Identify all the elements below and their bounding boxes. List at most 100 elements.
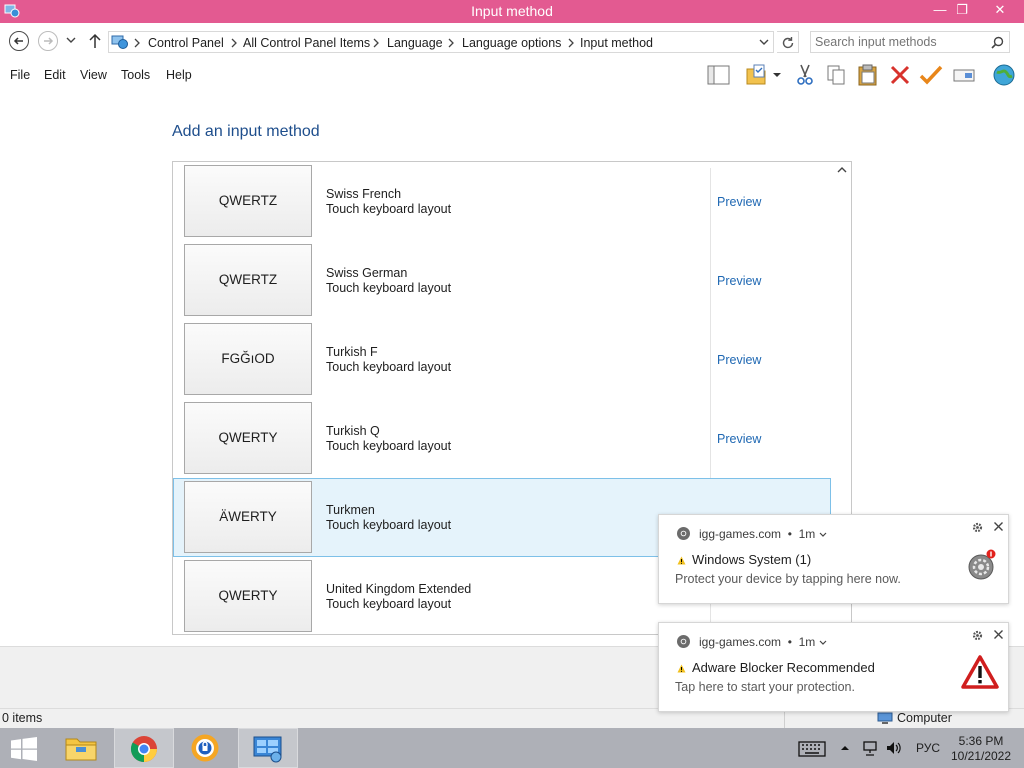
list-item[interactable]: QWERTY Turkish Q Touch keyboard layout P… xyxy=(173,399,831,478)
breadcrumb-language-options[interactable]: Language options xyxy=(462,36,561,50)
maximize-button[interactable]: ❐ xyxy=(948,0,976,20)
search-box[interactable] xyxy=(810,31,1010,53)
copy-icon[interactable] xyxy=(823,63,849,87)
taskbar-file-explorer[interactable] xyxy=(52,728,112,768)
breadcrumb-separator-icon[interactable] xyxy=(567,38,575,48)
cut-icon[interactable] xyxy=(792,63,818,87)
warning-icon xyxy=(677,664,686,673)
delete-icon[interactable] xyxy=(887,63,913,87)
keyboard-key-tile[interactable]: QWERTY xyxy=(184,402,312,474)
control-panel-icon xyxy=(111,35,128,49)
breadcrumb-separator-icon[interactable] xyxy=(372,38,380,48)
chevron-down-icon[interactable] xyxy=(819,640,827,646)
menu-file[interactable]: File xyxy=(10,68,30,82)
keyboard-key-tile[interactable]: QWERTY xyxy=(184,560,312,632)
taskbar-chrome[interactable] xyxy=(114,728,174,768)
layout-description: Touch keyboard layout xyxy=(326,439,452,453)
address-bar[interactable]: Control Panel All Control Panel Items La… xyxy=(108,31,774,53)
breadcrumb-all-items[interactable]: All Control Panel Items xyxy=(243,36,370,50)
close-icon[interactable] xyxy=(993,521,1004,532)
rename-icon[interactable] xyxy=(951,63,977,87)
layout-icon[interactable] xyxy=(706,63,732,87)
warning-icon xyxy=(677,556,686,565)
close-button[interactable]: ✕ xyxy=(978,0,1022,20)
up-arrow-icon[interactable] xyxy=(88,33,102,49)
taskbar: РУС 5:36 PM 10/21/2022 xyxy=(0,728,1024,768)
clock[interactable]: 5:36 PM 10/21/2022 xyxy=(946,734,1016,764)
windows-start-icon[interactable] xyxy=(10,737,38,761)
menu-help[interactable]: Help xyxy=(166,68,192,82)
keyboard-key-tile[interactable]: ÄWERTY xyxy=(184,481,312,553)
gear-icon[interactable] xyxy=(972,630,983,641)
input-language-indicator[interactable]: РУС xyxy=(916,741,940,755)
layout-description: Touch keyboard layout xyxy=(326,281,452,295)
keyboard-key-tile[interactable]: QWERTZ xyxy=(184,244,312,316)
keyboard-key-tile[interactable]: QWERTZ xyxy=(184,165,312,237)
search-icon[interactable] xyxy=(991,36,1004,49)
chrome-logo-icon xyxy=(677,527,690,540)
menu-view[interactable]: View xyxy=(80,68,107,82)
breadcrumb-separator-icon[interactable] xyxy=(230,38,238,48)
list-item[interactable]: QWERTZ Swiss French Touch keyboard layou… xyxy=(173,162,831,241)
layout-name: Turkmen xyxy=(326,503,375,517)
avast-secure-browser-icon xyxy=(191,734,219,762)
close-icon[interactable] xyxy=(993,629,1004,640)
page-heading: Add an input method xyxy=(172,123,320,140)
recent-locations-chevron-icon[interactable] xyxy=(66,36,76,44)
status-location-label: Computer xyxy=(897,711,952,725)
properties-dropdown-chevron-icon[interactable] xyxy=(770,63,784,87)
notification-domain: igg-games.com xyxy=(699,635,782,649)
preview-link[interactable]: Preview xyxy=(717,432,761,446)
preview-link[interactable]: Preview xyxy=(717,195,761,209)
paste-icon[interactable] xyxy=(855,63,881,87)
refresh-icon xyxy=(782,37,794,49)
touch-keyboard-icon[interactable] xyxy=(798,741,826,757)
forward-button[interactable] xyxy=(38,31,58,51)
refresh-button[interactable] xyxy=(777,31,799,53)
notification-title-text: Windows System (1) xyxy=(692,552,812,567)
layout-name: Swiss German xyxy=(326,266,408,280)
breadcrumb-language[interactable]: Language xyxy=(387,36,443,50)
taskbar-control-panel[interactable] xyxy=(238,728,298,768)
breadcrumb-separator-icon[interactable] xyxy=(447,38,455,48)
scroll-up-arrow-icon[interactable] xyxy=(837,166,847,174)
notification-adware-blocker[interactable]: igg-games.com • 1m Adware Blocker Recomm… xyxy=(658,622,1009,712)
menu-edit[interactable]: Edit xyxy=(44,68,66,82)
menu-tools[interactable]: Tools xyxy=(121,68,150,82)
layout-name: Turkish Q xyxy=(326,424,380,438)
notification-age: 1m xyxy=(798,527,816,541)
search-input[interactable] xyxy=(815,34,985,50)
volume-icon[interactable] xyxy=(886,741,902,755)
address-history-chevron-icon[interactable] xyxy=(759,38,769,46)
globe-icon[interactable] xyxy=(991,63,1017,87)
network-icon[interactable] xyxy=(862,741,878,756)
preview-link[interactable]: Preview xyxy=(717,274,761,288)
list-item[interactable]: FGĞıOD Turkish F Touch keyboard layout P… xyxy=(173,320,831,399)
notification-windows-system[interactable]: igg-games.com • 1m Windows System (1) Pr… xyxy=(658,514,1009,604)
taskbar-secure-browser[interactable] xyxy=(176,728,236,768)
control-panel-icon xyxy=(253,736,282,763)
keyboard-key-tile[interactable]: FGĞıOD xyxy=(184,323,312,395)
settings-badge-icon xyxy=(968,549,996,580)
chevron-down-icon[interactable] xyxy=(819,532,827,538)
computer-icon xyxy=(877,712,893,725)
file-explorer-icon xyxy=(65,738,97,761)
gear-icon[interactable] xyxy=(972,522,983,533)
layout-description: Touch keyboard layout xyxy=(326,597,452,611)
breadcrumb-input-method[interactable]: Input method xyxy=(580,36,653,50)
breadcrumb-control-panel[interactable]: Control Panel xyxy=(148,36,224,50)
list-item[interactable]: QWERTZ Swiss German Touch keyboard layou… xyxy=(173,241,831,320)
checkmark-icon[interactable] xyxy=(918,63,944,87)
notification-title: Windows System (1) xyxy=(677,552,811,567)
show-hidden-icons-chevron-icon[interactable] xyxy=(840,744,850,751)
layout-description: Touch keyboard layout xyxy=(326,360,452,374)
chrome-logo-icon xyxy=(677,635,690,648)
breadcrumb-separator-icon[interactable] xyxy=(133,38,141,48)
status-divider xyxy=(784,709,785,729)
preview-link[interactable]: Preview xyxy=(717,353,761,367)
menu-bar: File Edit View Tools Help xyxy=(0,59,1024,91)
back-button[interactable] xyxy=(9,31,29,51)
notification-body: Tap here to start your protection. xyxy=(675,680,855,694)
chrome-icon xyxy=(130,736,157,763)
folder-properties-icon[interactable] xyxy=(744,63,770,87)
